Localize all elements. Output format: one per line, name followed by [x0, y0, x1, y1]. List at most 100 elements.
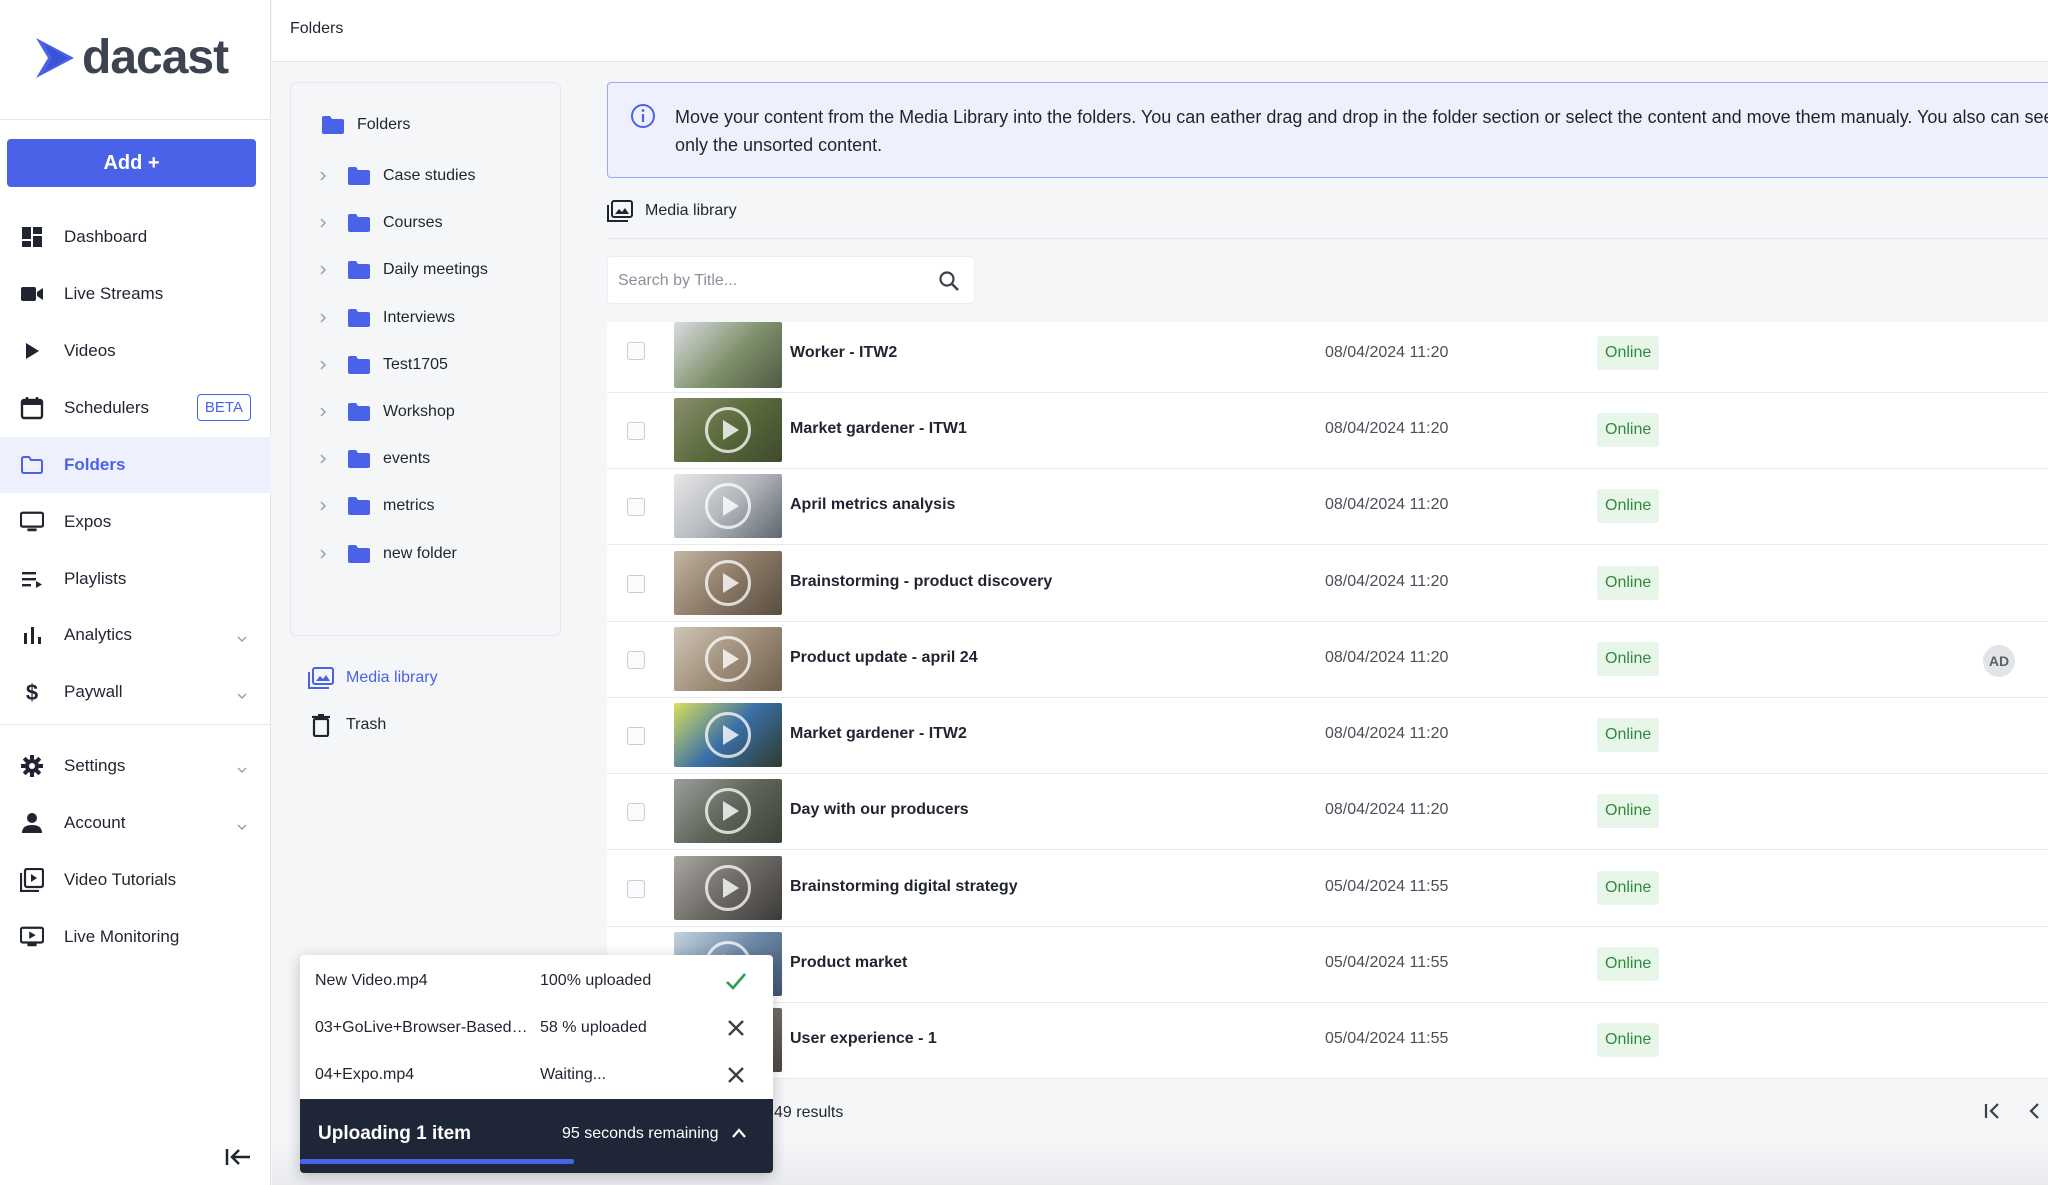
- chevron-down-icon[interactable]: [237, 817, 247, 831]
- folder-item[interactable]: Case studies: [317, 161, 476, 191]
- first-page-icon[interactable]: [1983, 1100, 2003, 1122]
- table-row[interactable]: Market gardener - ITW1 08/04/2024 11:20 On…: [607, 393, 2048, 469]
- sidebar-item-folders[interactable]: Folders: [0, 437, 271, 493]
- folder-root[interactable]: Folders: [321, 115, 410, 135]
- collapse-sidebar-icon[interactable]: [224, 1146, 252, 1168]
- folder-icon: [348, 544, 370, 563]
- row-title[interactable]: Product market: [790, 954, 907, 972]
- row-date: 08/04/2024 11:20: [1325, 420, 1449, 437]
- sidebar-item-live-monitoring[interactable]: Live Monitoring: [0, 909, 271, 965]
- sidebar-item-label: Videos: [64, 341, 116, 360]
- sidebar-item-dashboard[interactable]: Dashboard: [0, 209, 271, 265]
- person-icon: [20, 811, 44, 835]
- upload-footer[interactable]: Uploading 1 item 95 seconds remaining: [300, 1099, 773, 1173]
- sidebar-item-schedulers[interactable]: Schedulers BETA: [0, 380, 271, 436]
- table-row[interactable]: Product market 05/04/2024 11:55 Online: [607, 927, 2048, 1003]
- video-thumbnail[interactable]: [674, 551, 782, 615]
- chevron-right-icon[interactable]: [317, 548, 329, 560]
- folder-icon: [348, 214, 370, 233]
- status-badge: Online: [1597, 947, 1660, 981]
- video-thumbnail[interactable]: [674, 474, 782, 538]
- chevron-right-icon[interactable]: [317, 312, 329, 324]
- row-title[interactable]: April metrics analysis: [790, 496, 955, 514]
- table-row[interactable]: April metrics analysis 08/04/2024 11:20 On…: [607, 469, 2048, 545]
- row-checkbox[interactable]: [627, 803, 645, 821]
- folder-item[interactable]: Workshop: [317, 397, 455, 427]
- table-row[interactable]: Brainstorming - product discovery 08/04/2…: [607, 546, 2048, 622]
- sidebar-item-playlists[interactable]: Playlists: [0, 551, 271, 607]
- row-checkbox[interactable]: [627, 422, 645, 440]
- row-title[interactable]: Worker - ITW2: [790, 344, 897, 362]
- status-badge: Online: [1597, 1023, 1660, 1057]
- play-overlay-icon: [705, 407, 751, 453]
- table-row[interactable]: Product update - april 24 08/04/2024 11:2…: [607, 622, 2048, 698]
- sidebar-item-expos[interactable]: Expos: [0, 494, 271, 550]
- table-row[interactable]: Brainstorming digital strategy 05/04/2024…: [607, 851, 2048, 927]
- search-icon[interactable]: [938, 270, 960, 292]
- folder-item[interactable]: Test1705: [317, 350, 448, 380]
- logo[interactable]: dacast: [34, 34, 229, 82]
- row-title[interactable]: Brainstorming digital strategy: [790, 878, 1018, 896]
- row-checkbox[interactable]: [627, 342, 645, 360]
- video-thumbnail[interactable]: [674, 856, 782, 920]
- row-title[interactable]: User experience - 1: [790, 1030, 937, 1048]
- row-title[interactable]: Day with our producers: [790, 801, 969, 819]
- folder-item[interactable]: Daily meetings: [317, 255, 488, 285]
- sidebar-item-videos[interactable]: Videos: [0, 323, 271, 379]
- folder-item[interactable]: events: [317, 444, 430, 474]
- previous-page-icon[interactable]: [2026, 1100, 2042, 1122]
- table-row[interactable]: Market gardener - ITW2 08/04/2024 11:20 On…: [607, 698, 2048, 774]
- folder-item[interactable]: Interviews: [317, 303, 455, 333]
- chevron-right-icon[interactable]: [317, 359, 329, 371]
- media-library-heading: Media library: [607, 200, 737, 222]
- video-thumbnail[interactable]: [674, 627, 782, 691]
- folder-item[interactable]: metrics: [317, 491, 435, 521]
- chevron-right-icon[interactable]: [317, 217, 329, 229]
- chevron-right-icon[interactable]: [317, 453, 329, 465]
- sidebar-item-analytics[interactable]: Analytics: [0, 607, 271, 663]
- video-thumbnail[interactable]: [674, 779, 782, 843]
- info-text: Move your content from the Media Library…: [675, 107, 2048, 155]
- sidebar-item-live-streams[interactable]: Live Streams: [0, 266, 271, 322]
- video-thumbnail[interactable]: [674, 322, 782, 388]
- search-input[interactable]: [618, 269, 918, 293]
- upload-item: 03+GoLive+Browser-Based+Encoder.mp4 58 % …: [300, 1005, 773, 1052]
- avatar[interactable]: AD: [1983, 645, 2015, 677]
- row-checkbox[interactable]: [627, 651, 645, 669]
- row-title[interactable]: Market gardener - ITW2: [790, 725, 967, 743]
- row-checkbox[interactable]: [627, 498, 645, 516]
- chevron-right-icon[interactable]: [317, 406, 329, 418]
- chevron-right-icon[interactable]: [317, 264, 329, 276]
- close-icon[interactable]: [724, 1016, 748, 1040]
- table-row[interactable]: Day with our producers 08/04/2024 11:20 On…: [607, 774, 2048, 850]
- close-icon[interactable]: [724, 1063, 748, 1087]
- sidebar-item-video-tutorials[interactable]: Video Tutorials: [0, 852, 271, 908]
- row-checkbox[interactable]: [627, 727, 645, 745]
- video-thumbnail[interactable]: [674, 398, 782, 462]
- row-title[interactable]: Product update - april 24: [790, 649, 978, 667]
- sidebar-item-account[interactable]: Account: [0, 795, 271, 851]
- chevron-right-icon[interactable]: [317, 170, 329, 182]
- row-date: 05/04/2024 11:55: [1325, 878, 1449, 895]
- row-checkbox[interactable]: [627, 575, 645, 593]
- sidebar-item-settings[interactable]: Settings: [0, 738, 271, 794]
- media-library-link[interactable]: Media library: [308, 666, 438, 690]
- table-row[interactable]: Worker - ITW2 08/04/2024 11:20 Online: [607, 322, 2048, 393]
- row-title[interactable]: Brainstorming - product discovery: [790, 573, 1052, 591]
- chevron-down-icon[interactable]: [237, 686, 247, 700]
- trash-link[interactable]: Trash: [308, 713, 386, 737]
- chevron-up-icon[interactable]: [730, 1125, 748, 1141]
- chevron-down-icon[interactable]: [237, 629, 247, 643]
- add-button[interactable]: Add +: [7, 139, 256, 187]
- sidebar-item-paywall[interactable]: $ Paywall: [0, 664, 271, 720]
- folder-item[interactable]: new folder: [317, 539, 457, 569]
- playlist-icon: [20, 567, 44, 591]
- video-thumbnail[interactable]: [674, 703, 782, 767]
- row-checkbox[interactable]: [627, 880, 645, 898]
- row-title[interactable]: Market gardener - ITW1: [790, 420, 967, 438]
- folder-item[interactable]: Courses: [317, 208, 443, 238]
- table-row[interactable]: User experience - 1 05/04/2024 11:55 Onlin…: [607, 1003, 2048, 1079]
- sidebar-item-label: Live Streams: [64, 284, 164, 303]
- chevron-right-icon[interactable]: [317, 500, 329, 512]
- chevron-down-icon[interactable]: [237, 760, 247, 774]
